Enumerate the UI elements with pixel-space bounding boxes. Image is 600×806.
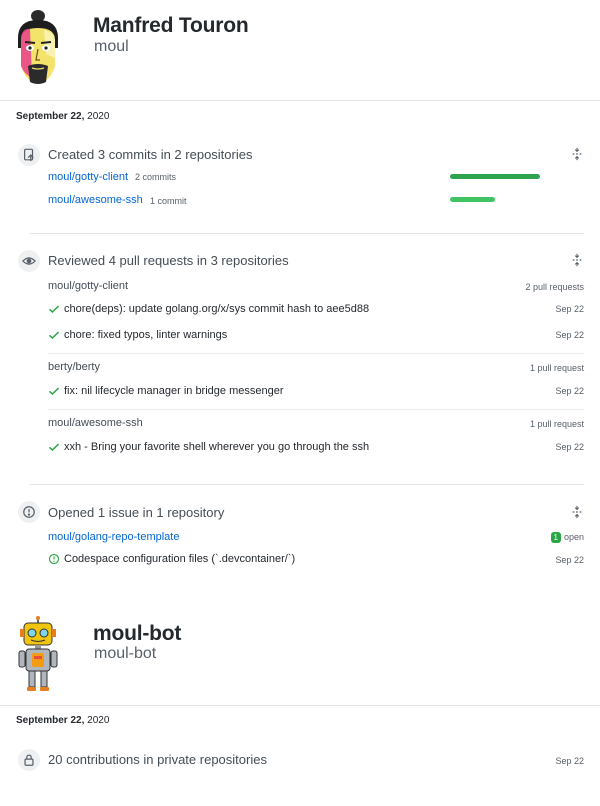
profile-login: moul-bot: [94, 645, 157, 662]
fold-icon[interactable]: [570, 253, 584, 267]
profile-name: Manfred Touron: [93, 14, 249, 37]
date-year: 2020: [87, 715, 110, 726]
review-repo-name[interactable]: moul/awesome-ssh: [48, 417, 143, 429]
group-divider: [48, 409, 584, 410]
profile-name: moul-bot: [93, 622, 182, 645]
issue-open-icon: [48, 553, 60, 565]
bot-avatar-illustration: [18, 616, 58, 691]
profile-login: moul: [94, 38, 129, 55]
open-label: open: [563, 532, 584, 542]
date-heading: September 22, 2020: [16, 715, 109, 726]
pr-title[interactable]: chore: fixed typos, linter warnings: [64, 329, 227, 341]
divider: [0, 100, 600, 101]
issue-repo-link[interactable]: moul/golang-repo-template: [48, 531, 179, 543]
pr-date: Sep 22: [555, 330, 584, 340]
pr-item[interactable]: chore(deps): update golang.org/x/sys com…: [48, 303, 369, 315]
check-icon: [49, 305, 60, 314]
issue-date: Sep 22: [555, 555, 584, 565]
pr-title[interactable]: chore(deps): update golang.org/x/sys com…: [64, 303, 369, 315]
review-count: 1 pull request: [529, 419, 584, 429]
commit-bar: [450, 174, 540, 179]
open-issues-count[interactable]: 1 open: [550, 532, 584, 543]
commit-bar: [450, 197, 495, 202]
date-label: September 22,: [16, 715, 85, 726]
commit-count[interactable]: 2 commits: [135, 172, 176, 182]
date-label: September 22,: [16, 111, 85, 122]
date-heading: September 22, 2020: [16, 111, 109, 122]
timeline-divider: [30, 233, 584, 234]
pr-date: Sep 22: [555, 304, 584, 314]
pr-item[interactable]: xxh - Bring your favorite shell wherever…: [48, 441, 369, 453]
issue-title[interactable]: Codespace configuration files (`.devcont…: [64, 553, 295, 565]
open-count-badge: 1: [550, 532, 561, 543]
repo-push-icon: [18, 144, 40, 166]
review-count: 1 pull request: [529, 363, 584, 373]
private-contributions: 20 contributions in private repositories: [48, 752, 267, 767]
pr-date: Sep 22: [555, 386, 584, 396]
eye-icon: [18, 250, 40, 272]
pr-item[interactable]: chore: fixed typos, linter warnings: [48, 329, 227, 341]
check-icon: [49, 443, 60, 452]
divider: [0, 705, 600, 706]
commit-repo-link[interactable]: moul/gotty-client: [48, 171, 128, 183]
timeline-divider: [30, 484, 584, 485]
avatar-illustration: [18, 10, 58, 84]
fold-icon[interactable]: [570, 147, 584, 161]
avatar[interactable]: [10, 615, 66, 695]
private-date: Sep 22: [555, 756, 584, 766]
commit-repo-link[interactable]: moul/awesome-ssh: [48, 194, 143, 206]
pr-title[interactable]: fix: nil lifecycle manager in bridge mes…: [64, 385, 284, 397]
check-icon: [49, 387, 60, 396]
check-icon: [49, 331, 60, 340]
profile-header-moul: Manfred Touron moul: [0, 0, 600, 100]
avatar[interactable]: [10, 8, 66, 88]
review-repo-name[interactable]: moul/gotty-client: [48, 280, 128, 292]
issue-item[interactable]: Codespace configuration files (`.devcont…: [48, 553, 295, 565]
lock-icon: [18, 749, 40, 771]
issues-summary: Opened 1 issue in 1 repository: [48, 505, 225, 520]
pr-item[interactable]: fix: nil lifecycle manager in bridge mes…: [48, 385, 284, 397]
commits-summary: Created 3 commits in 2 repositories: [48, 147, 253, 162]
pr-date: Sep 22: [555, 442, 584, 452]
profile-header-moul-bot: moul-bot moul-bot: [0, 605, 600, 705]
pr-title[interactable]: xxh - Bring your favorite shell wherever…: [64, 441, 369, 453]
commit-count[interactable]: 1 commit: [150, 196, 187, 206]
review-count: 2 pull requests: [525, 282, 584, 292]
fold-icon[interactable]: [570, 505, 584, 519]
group-divider: [48, 353, 584, 354]
reviews-summary: Reviewed 4 pull requests in 3 repositori…: [48, 253, 289, 268]
date-year: 2020: [87, 111, 110, 122]
review-repo-name[interactable]: berty/berty: [48, 361, 100, 373]
issue-opened-icon: [18, 501, 40, 523]
